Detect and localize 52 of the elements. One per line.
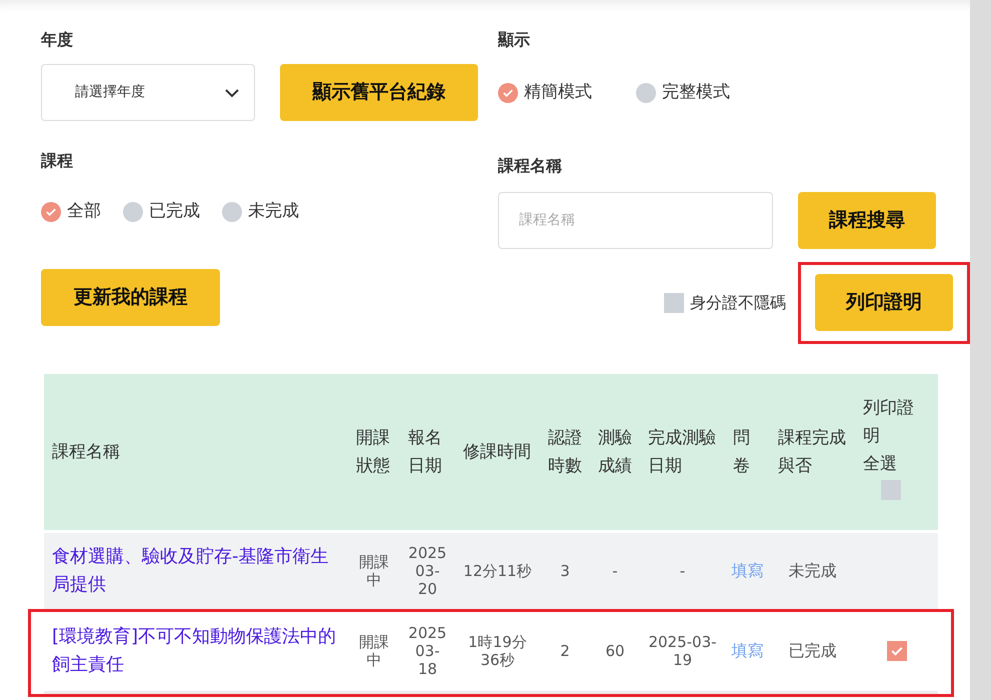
column-header: 開課狀態	[356, 428, 390, 476]
radio-label: 已完成	[149, 200, 200, 223]
table-cell: 2025-03-19	[648, 633, 717, 669]
table-cell: 未完成	[788, 560, 836, 580]
column-header: 認證時數	[548, 428, 582, 476]
radio-button[interactable]	[123, 202, 143, 222]
column-header: 課程名稱	[52, 442, 120, 462]
radio-button[interactable]	[498, 82, 518, 103]
course-search-button[interactable]: 課程搜尋	[798, 192, 936, 248]
table-cell: 開課中	[359, 633, 389, 669]
year-select[interactable]: 請選擇年度	[41, 64, 255, 121]
row-checkbox[interactable]	[886, 641, 906, 661]
checkbox-label: 身分證不隱碼	[690, 292, 786, 314]
column-header: 課程完成與否	[778, 428, 846, 476]
radio-button[interactable]	[41, 202, 61, 222]
radio-button[interactable]	[636, 82, 656, 103]
select-all-checkbox[interactable]	[881, 480, 901, 500]
table-cell: 1時19分36秒	[468, 633, 527, 669]
old-records-button[interactable]: 顯示舊平台紀錄	[280, 64, 478, 121]
table-cell: 12分11秒	[463, 562, 532, 580]
column-header: 列印證明	[863, 397, 915, 448]
table-cell: 2025 03-20	[408, 544, 447, 598]
update-courses-button[interactable]: 更新我的課程	[41, 268, 220, 326]
field-label: 課程	[41, 150, 74, 172]
table-cell: 3	[560, 562, 570, 580]
table-cell: 已完成	[788, 641, 836, 660]
table-cell: 60	[605, 642, 625, 660]
select-all-label: 全選	[863, 453, 898, 476]
select-placeholder: 請選擇年度	[75, 83, 145, 102]
table-cell: -	[612, 562, 618, 580]
radio-label: 完整模式	[662, 81, 730, 104]
field-label: 年度	[41, 29, 74, 51]
column-header: 測驗成績	[598, 428, 632, 476]
table-cell: -	[680, 562, 686, 580]
course-link[interactable]: 食材選購、驗收及貯存-基隆市衛生局提供	[52, 542, 340, 598]
course-link[interactable]: [環境教育]不可不知動物保護法中的飼主責任	[52, 623, 340, 679]
radio-label: 精簡模式	[524, 81, 592, 104]
course-name-field[interactable]: 課程名稱	[498, 192, 773, 248]
radio-label: 未完成	[248, 200, 299, 223]
field-label: 顯示	[498, 29, 531, 51]
radio-label: 全部	[67, 200, 101, 223]
checkbox[interactable]	[664, 292, 684, 312]
radio-button[interactable]	[222, 202, 242, 222]
table-cell: 開課中	[359, 552, 389, 588]
column-header: 報名日期	[408, 428, 442, 476]
table-cell: 2025 03-18	[408, 624, 447, 678]
column-header: 完成測驗日期	[648, 428, 716, 476]
table-cell: 2	[560, 642, 570, 660]
field-label: 課程名稱	[498, 154, 563, 176]
print-certificate-button[interactable]: 列印證明	[815, 274, 953, 331]
column-header: 修課時間	[463, 442, 531, 462]
column-header: 問卷	[733, 428, 750, 476]
